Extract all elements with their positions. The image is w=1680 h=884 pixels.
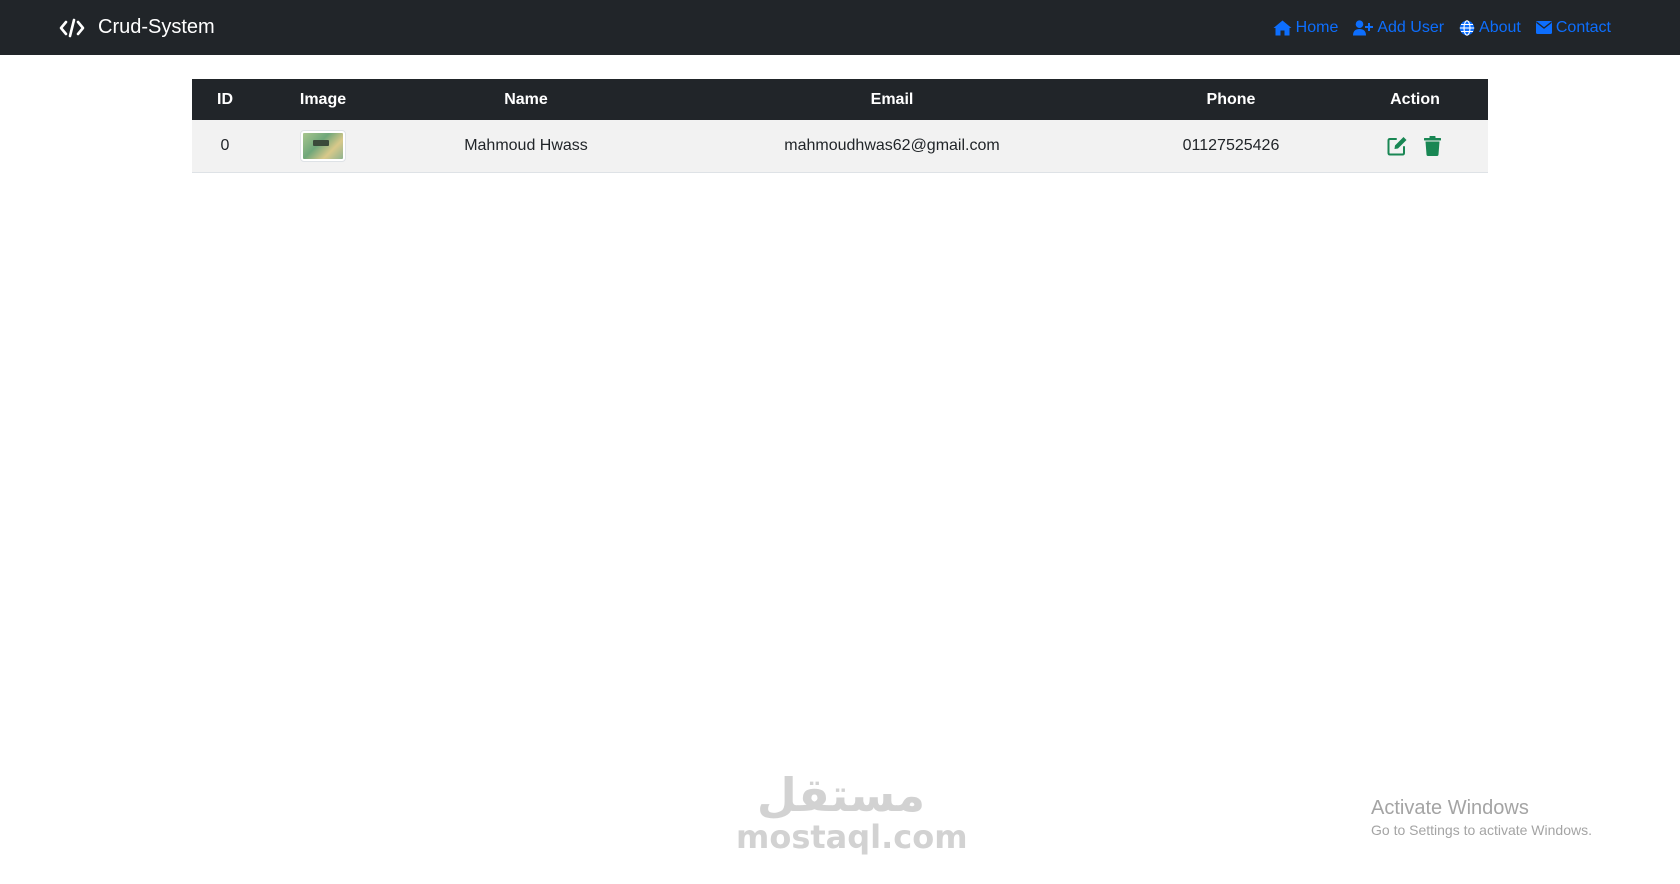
nav-link-contact-label: Contact xyxy=(1555,18,1611,36)
column-header-action: Action xyxy=(1390,90,1440,108)
table-row: 0 Mahmoud Hwass mahmoudhwas62@gmail.com … xyxy=(192,120,1488,172)
column-header-image: Image xyxy=(299,90,347,108)
envelope-icon xyxy=(1535,21,1552,34)
user-image xyxy=(303,132,343,159)
nav-links: Home Add User About Contact xyxy=(1273,0,1611,55)
nav-link-add-user[interactable]: Add User xyxy=(1353,19,1444,37)
cell-phone: 01127525426 xyxy=(1182,136,1280,154)
users-table: ID Image Name Email Phone Action 0 Mahmo… xyxy=(192,79,1488,173)
navbar: Crud-System Home Add User About Contact xyxy=(0,0,1680,55)
column-header-name: Name xyxy=(504,90,548,108)
activate-windows-subtitle: Go to Settings to activate Windows. xyxy=(1371,822,1592,838)
column-header-id: ID xyxy=(217,90,233,108)
table-body: 0 Mahmoud Hwass mahmoudhwas62@gmail.com … xyxy=(192,120,1488,172)
table-header-row: ID Image Name Email Phone Action xyxy=(192,79,1488,120)
brand-link[interactable]: Crud-System xyxy=(59,0,215,55)
nav-link-add-user-label: Add User xyxy=(1377,18,1445,36)
edit-button[interactable] xyxy=(1386,134,1410,158)
user-thumbnail xyxy=(300,129,346,162)
column-header-email: Email xyxy=(870,90,914,108)
code-icon xyxy=(59,18,85,38)
globe-icon xyxy=(1459,19,1475,36)
nav-link-about-label: About xyxy=(1479,18,1521,36)
watermark-latin: mostaql.com xyxy=(736,818,968,856)
users-table-container: ID Image Name Email Phone Action 0 Mahmo… xyxy=(192,79,1488,173)
user-plus-icon xyxy=(1353,19,1374,35)
activate-windows-notice: Activate Windows Go to Settings to activ… xyxy=(1371,796,1592,840)
nav-link-contact[interactable]: Contact xyxy=(1535,18,1611,37)
mostaql-watermark: مستقل mostaql.com xyxy=(736,768,968,856)
cell-id: 0 xyxy=(220,136,230,154)
home-icon xyxy=(1273,20,1292,35)
nav-link-home[interactable]: Home xyxy=(1273,18,1339,37)
column-header-phone: Phone xyxy=(1206,90,1256,108)
activate-windows-title: Activate Windows xyxy=(1371,797,1529,819)
brand-title: Crud-System xyxy=(98,16,215,38)
nav-link-home-label: Home xyxy=(1295,18,1339,36)
cell-email: mahmoudhwas62@gmail.com xyxy=(784,136,1000,154)
nav-link-about[interactable]: About xyxy=(1459,19,1521,37)
watermark-arabic: مستقل xyxy=(756,768,926,822)
trash-icon xyxy=(1423,135,1441,156)
cell-action xyxy=(1342,120,1488,172)
delete-button[interactable] xyxy=(1420,134,1444,158)
edit-icon xyxy=(1387,136,1407,156)
cell-image xyxy=(258,120,388,172)
cell-name: Mahmoud Hwass xyxy=(464,136,588,154)
table-header: ID Image Name Email Phone Action xyxy=(192,79,1488,120)
